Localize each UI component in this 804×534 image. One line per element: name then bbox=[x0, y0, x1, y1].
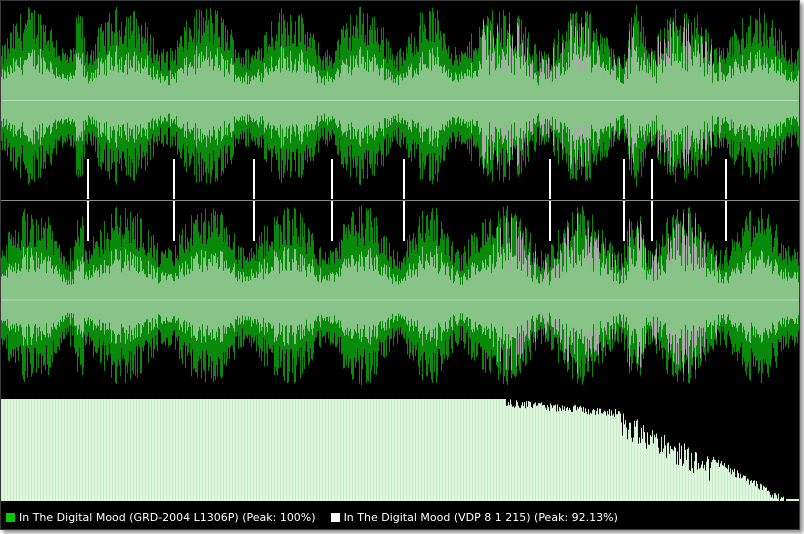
legend-label-track-a: In The Digital Mood (GRD-2004 L1306P) (P… bbox=[19, 510, 316, 524]
left-channel-svg bbox=[1, 4, 799, 199]
legend: In The Digital Mood (GRD-2004 L1306P) (P… bbox=[1, 507, 799, 527]
waveform-comparison-window: In The Digital Mood (GRD-2004 L1306P) (P… bbox=[0, 0, 800, 530]
left-channel-waveform bbox=[1, 1, 799, 200]
legend-swatch-white bbox=[330, 512, 340, 522]
spectrum-svg bbox=[1, 399, 799, 501]
legend-swatch-green bbox=[6, 512, 15, 522]
legend-item-track-b: In The Digital Mood (VDP 8 1 215) (Peak:… bbox=[330, 510, 618, 524]
right-channel-waveform bbox=[1, 201, 799, 399]
frequency-spectrum bbox=[1, 399, 799, 501]
legend-item-track-a: In The Digital Mood (GRD-2004 L1306P) (P… bbox=[6, 511, 316, 524]
legend-label-track-b: In The Digital Mood (VDP 8 1 215) (Peak:… bbox=[343, 510, 618, 524]
right-channel-svg bbox=[1, 201, 799, 386]
